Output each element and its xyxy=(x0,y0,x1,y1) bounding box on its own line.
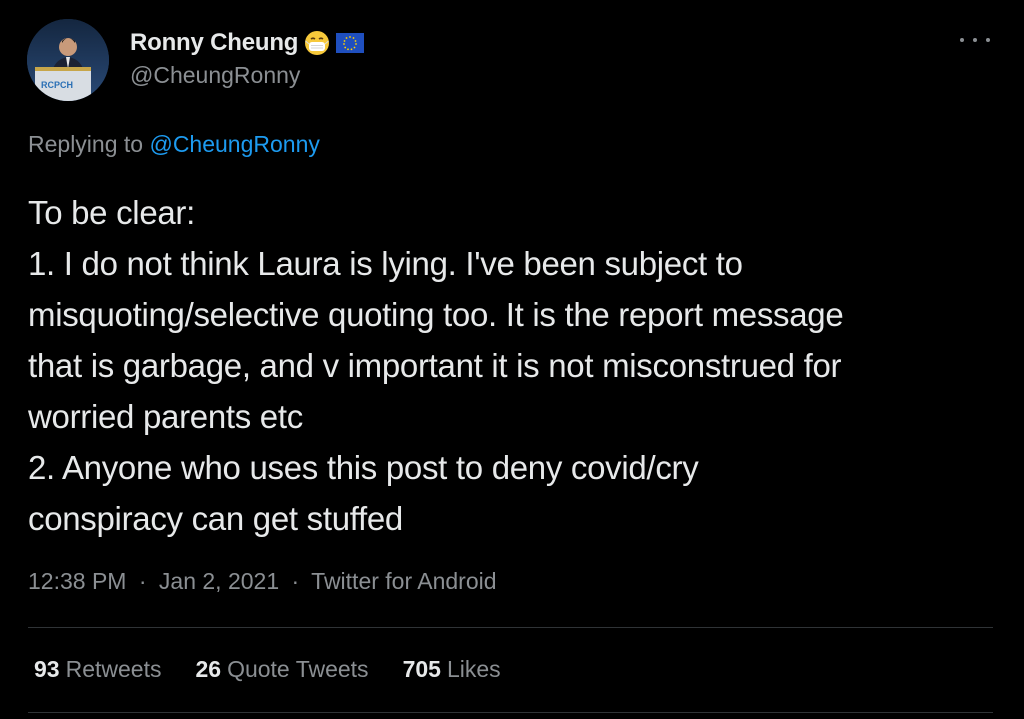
replying-to: Replying to @CheungRonny xyxy=(28,131,320,158)
retweets-stat[interactable]: 93 Retweets xyxy=(34,656,161,683)
divider xyxy=(28,627,993,628)
more-options-icon[interactable] xyxy=(960,30,990,50)
likes-count: 705 xyxy=(402,656,441,682)
retweets-label: Retweets xyxy=(65,656,162,682)
likes-stat[interactable]: 705 Likes xyxy=(403,656,501,683)
tweet-stats: 93 Retweets 26 Quote Tweets 705 Likes xyxy=(34,656,501,683)
meta-separator: · xyxy=(291,568,300,594)
tweet-date[interactable]: Jan 2, 2021 xyxy=(159,568,279,594)
author-name-row: Ronny Cheung xyxy=(130,28,365,58)
divider xyxy=(28,712,993,713)
tweet-source[interactable]: Twitter for Android xyxy=(311,568,496,594)
meta-separator: · xyxy=(138,568,147,594)
tweet-line: worried parents etc xyxy=(28,398,303,435)
tweet-line: that is garbage, and v important it is n… xyxy=(28,347,842,384)
author-handle[interactable]: @CheungRonny xyxy=(130,62,300,89)
tweet: RCPCH Ronny Cheung @CheungRonny Replying… xyxy=(0,0,1024,719)
replying-to-label: Replying to xyxy=(28,131,144,157)
likes-label: Likes xyxy=(446,656,501,682)
tweet-line: misquoting/selective quoting too. It is … xyxy=(28,296,844,333)
avatar[interactable]: RCPCH xyxy=(27,19,109,101)
tweet-line: To be clear: xyxy=(28,194,195,231)
reply-mention-link[interactable]: @CheungRonny xyxy=(149,131,319,157)
quote-tweets-stat[interactable]: 26 Quote Tweets xyxy=(195,656,368,683)
tweet-line: conspiracy can get stuffed xyxy=(28,500,403,537)
eu-flag-icon xyxy=(336,33,365,53)
tweet-line: 1. I do not think Laura is lying. I've b… xyxy=(28,245,743,282)
tweet-meta: 12:38 PM · Jan 2, 2021 · Twitter for And… xyxy=(28,568,497,595)
tweet-line: 2. Anyone who uses this post to deny cov… xyxy=(28,449,699,486)
tweet-text: To be clear: 1. I do not think Laura is … xyxy=(28,187,1003,544)
mask-emoji-icon xyxy=(304,30,330,56)
retweets-count: 93 xyxy=(34,656,60,682)
avatar-logo-text: RCPCH xyxy=(41,80,73,90)
quote-tweets-count: 26 xyxy=(195,656,222,682)
quote-tweets-label: Quote Tweets xyxy=(227,656,369,682)
tweet-time[interactable]: 12:38 PM xyxy=(28,568,126,594)
avatar-photo: RCPCH xyxy=(27,19,109,101)
author-display-name[interactable]: Ronny Cheung xyxy=(130,29,298,57)
